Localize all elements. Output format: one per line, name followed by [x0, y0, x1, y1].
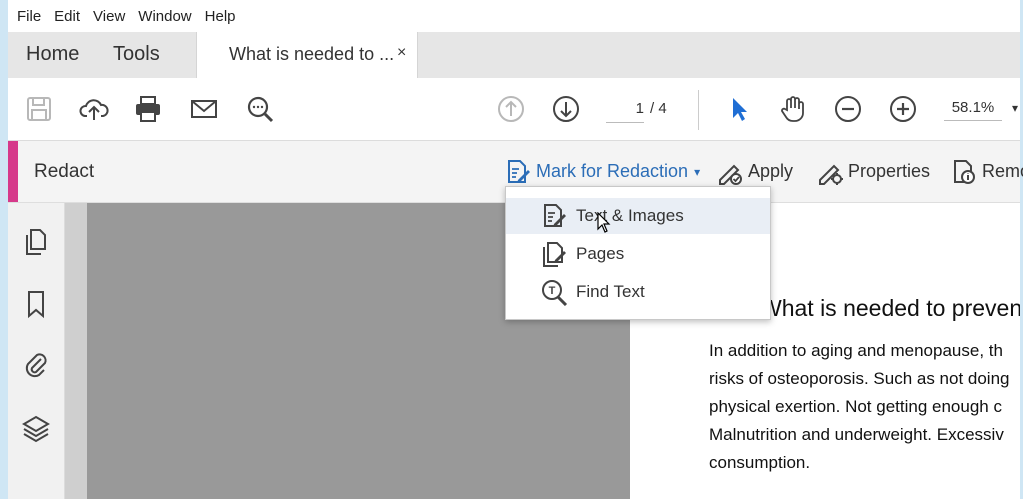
page-thumbnails-icon[interactable]	[21, 227, 51, 257]
properties-button[interactable]: Properties	[816, 141, 930, 202]
tab-bar: Home Tools What is needed to ... ×	[8, 32, 1020, 78]
email-icon[interactable]	[187, 92, 221, 126]
menu-edit[interactable]: Edit	[54, 8, 80, 25]
document-text-line: Malnutrition and underweight. Excessiv	[709, 425, 1004, 444]
tab-home[interactable]: Home	[26, 32, 79, 78]
attachment-icon[interactable]	[21, 349, 51, 379]
mouse-cursor-icon	[597, 212, 611, 233]
page-number-input[interactable]: 1	[606, 98, 644, 123]
zoom-level-input[interactable]: 58.1%	[944, 96, 1002, 121]
document-text-line: risks of osteoporosis. Such as not doing	[709, 369, 1010, 388]
dropdown-item-text-images[interactable]: Text & Images	[506, 198, 770, 234]
redact-accent-strip	[8, 141, 18, 202]
dropdown-item-label: Pages	[576, 244, 625, 263]
pages-icon	[543, 242, 566, 267]
remove-hidden-info-icon	[954, 159, 975, 184]
svg-text:T: T	[549, 285, 556, 297]
document-tab-title: What is needed to ...	[229, 44, 395, 64]
redact-title: Redact	[34, 161, 95, 182]
dropdown-item-find-text[interactable]: T Find Text	[506, 274, 770, 310]
find-text-icon: T	[542, 280, 568, 306]
dropdown-item-label: Find Text	[576, 282, 645, 301]
page-up-icon[interactable]	[494, 92, 528, 126]
mark-for-redaction-dropdown: Text & Images Pages T Find Text	[505, 186, 771, 320]
menu-bar: File Edit View Window Help	[8, 0, 1020, 32]
text-images-icon	[544, 204, 566, 227]
left-side-panel	[8, 203, 65, 499]
document-text-line: In addition to aging and menopause, th	[709, 341, 1003, 360]
zoom-in-icon[interactable]	[886, 92, 920, 126]
properties-label: Properties	[848, 161, 931, 181]
menu-help[interactable]: Help	[205, 8, 236, 25]
tab-document[interactable]: What is needed to ... ×	[196, 32, 418, 78]
zoom-dropdown-icon[interactable]: ▾	[1012, 96, 1018, 120]
apply-redaction-icon	[719, 164, 742, 185]
document-text-line: physical exertion. Not getting enough c	[709, 397, 1002, 416]
select-arrow-icon[interactable]	[722, 92, 756, 126]
search-zoom-icon[interactable]	[243, 92, 277, 126]
bookmark-icon[interactable]	[21, 289, 51, 319]
page-total: / 4	[650, 100, 667, 117]
toolbar: 1 / 4 58.1% ▾	[8, 78, 1020, 141]
toolbar-divider	[698, 90, 699, 130]
save-icon[interactable]	[22, 92, 56, 126]
dropdown-item-label: Text & Images	[576, 206, 684, 225]
dropdown-item-pages[interactable]: Pages	[506, 236, 770, 272]
mark-dropdown-caret-icon: ▾	[694, 164, 701, 179]
mark-for-redaction-label: Mark for Redaction	[536, 161, 689, 181]
print-icon[interactable]	[131, 92, 165, 126]
layers-icon[interactable]	[21, 413, 51, 443]
tab-tools[interactable]: Tools	[113, 32, 160, 78]
document-text-line: consumption.	[709, 453, 811, 472]
mark-redaction-icon	[508, 159, 530, 183]
menu-view[interactable]: View	[93, 8, 125, 25]
menu-window[interactable]: Window	[138, 8, 191, 25]
properties-icon	[819, 164, 843, 185]
upload-cloud-icon[interactable]	[77, 92, 111, 126]
zoom-out-icon[interactable]	[831, 92, 865, 126]
remove-button[interactable]: Remo	[950, 141, 1023, 202]
close-tab-icon[interactable]: ×	[397, 32, 406, 74]
menu-file[interactable]: File	[17, 8, 41, 25]
apply-label: Apply	[748, 161, 794, 181]
document-heading: What is needed to preven	[760, 295, 1020, 321]
remove-label: Remo	[982, 161, 1023, 181]
window-frame-left	[0, 0, 8, 499]
page-down-icon[interactable]	[549, 92, 583, 126]
hand-icon[interactable]	[776, 92, 810, 126]
